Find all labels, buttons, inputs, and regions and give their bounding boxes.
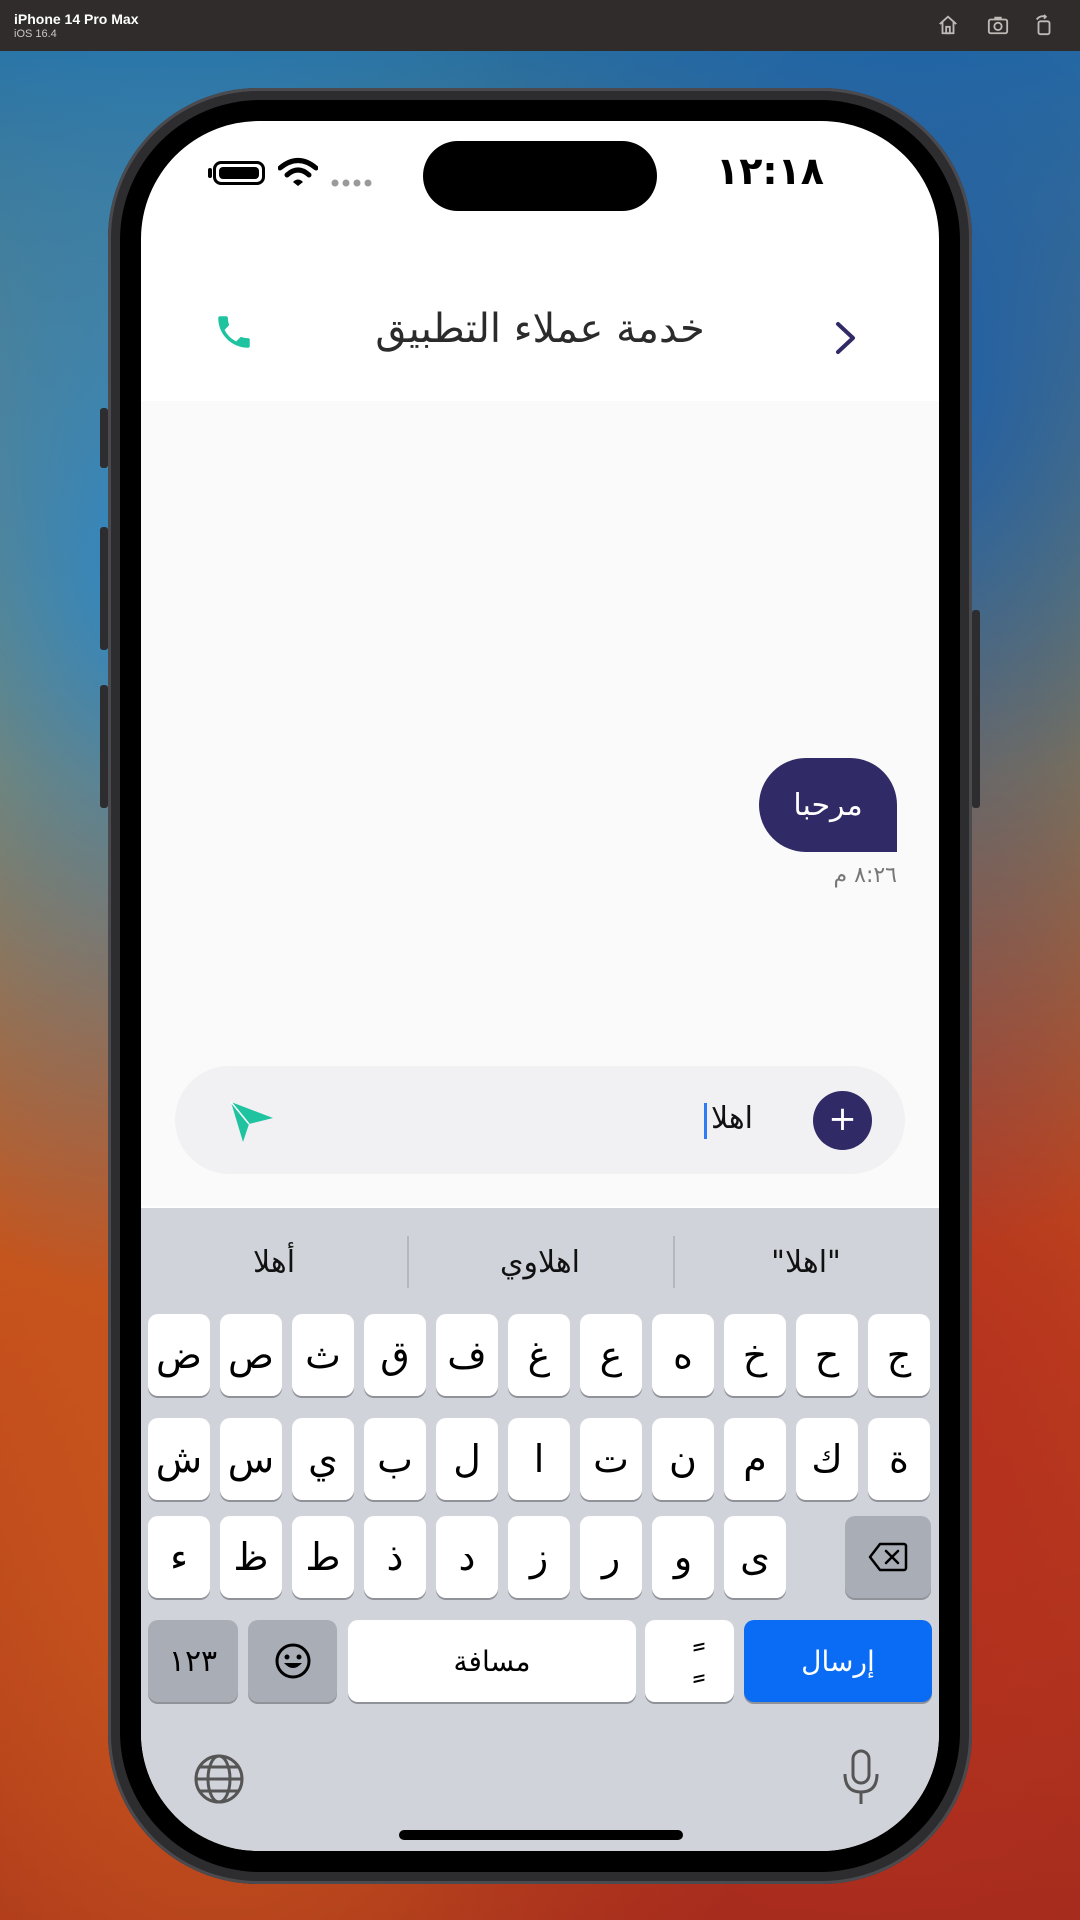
- battery-tip: [208, 168, 212, 178]
- app-screen: ١٢:١٨ خدمة عملاء التطبيق مرحبا ٨:٢٦ م + …: [141, 121, 939, 1851]
- arabic-keyboard: أهلا اهلاوي "اهلا" ضصثقفغعهخحج شسيبلاتنم…: [141, 1208, 939, 1851]
- send-icon[interactable]: [229, 1098, 275, 1144]
- key-letter[interactable]: ف: [436, 1314, 498, 1396]
- suggestion-3[interactable]: "اهلا": [673, 1228, 939, 1298]
- chat-header: خدمة عملاء التطبيق: [141, 271, 939, 401]
- message-composer: +: [175, 1066, 905, 1174]
- volume-up-button: [100, 527, 108, 650]
- volume-down-button: [100, 685, 108, 808]
- key-letter[interactable]: ك: [796, 1418, 858, 1500]
- key-letter[interactable]: ت: [580, 1418, 642, 1500]
- key-letter[interactable]: غ: [508, 1314, 570, 1396]
- numbers-key[interactable]: ١٢٣: [148, 1620, 238, 1702]
- key-letter[interactable]: ق: [364, 1314, 426, 1396]
- diacritics-key[interactable]: ًٍ: [645, 1620, 734, 1702]
- key-letter[interactable]: ح: [796, 1314, 858, 1396]
- key-letter[interactable]: و: [652, 1516, 714, 1598]
- key-letter[interactable]: ض: [148, 1314, 210, 1396]
- dynamic-island: [423, 141, 657, 211]
- key-letter[interactable]: ب: [364, 1418, 426, 1500]
- emoji-key[interactable]: [248, 1620, 337, 1702]
- attach-button[interactable]: +: [813, 1091, 872, 1150]
- home-icon[interactable]: [937, 14, 959, 36]
- key-letter[interactable]: ظ: [220, 1516, 282, 1598]
- simulator-toolbar: iPhone 14 Pro Max iOS 16.4: [0, 0, 1080, 51]
- key-letter[interactable]: ذ: [364, 1516, 426, 1598]
- emoji-icon: [275, 1643, 310, 1679]
- key-letter[interactable]: ث: [292, 1314, 354, 1396]
- device-name: iPhone 14 Pro Max: [14, 11, 139, 27]
- power-button: [972, 610, 980, 808]
- backspace-icon: [868, 1542, 908, 1572]
- key-letter[interactable]: ا: [508, 1418, 570, 1500]
- key-letter[interactable]: ن: [652, 1418, 714, 1500]
- text-caret: [704, 1103, 707, 1139]
- key-letter[interactable]: ز: [508, 1516, 570, 1598]
- message-input[interactable]: [331, 1092, 755, 1144]
- wifi-icon: [278, 158, 318, 186]
- mute-switch: [100, 408, 108, 468]
- key-letter[interactable]: م: [724, 1418, 786, 1500]
- key-letter[interactable]: ه: [652, 1314, 714, 1396]
- globe-icon[interactable]: [193, 1753, 245, 1805]
- battery-icon: [213, 161, 265, 185]
- page-title: خدمة عملاء التطبيق: [375, 306, 705, 352]
- key-letter[interactable]: ط: [292, 1516, 354, 1598]
- key-letter[interactable]: ل: [436, 1418, 498, 1500]
- key-letter[interactable]: ع: [580, 1314, 642, 1396]
- key-letter[interactable]: ي: [292, 1418, 354, 1500]
- os-version: iOS 16.4: [14, 28, 57, 40]
- key-letter[interactable]: د: [436, 1516, 498, 1598]
- home-indicator: [399, 1830, 683, 1840]
- suggestion-1[interactable]: أهلا: [141, 1228, 407, 1298]
- message-bubble-outgoing[interactable]: مرحبا: [759, 758, 897, 852]
- screenshot-icon[interactable]: [987, 14, 1009, 36]
- key-letter[interactable]: ة: [868, 1418, 930, 1500]
- message-text: مرحبا: [793, 787, 863, 823]
- send-key[interactable]: إرسال: [744, 1620, 932, 1702]
- key-letter[interactable]: خ: [724, 1314, 786, 1396]
- suggestion-2[interactable]: اهلاوي: [407, 1228, 673, 1298]
- status-time: ١٢:١٨: [716, 149, 824, 193]
- key-letter[interactable]: ص: [220, 1314, 282, 1396]
- rotate-icon[interactable]: [1033, 14, 1055, 36]
- key-letter[interactable]: ى: [724, 1516, 786, 1598]
- key-letter[interactable]: ء: [148, 1516, 210, 1598]
- backspace-key[interactable]: [845, 1516, 931, 1598]
- cellular-signal-icon: [331, 179, 372, 187]
- message-timestamp: ٨:٢٦ م: [833, 863, 898, 888]
- space-key[interactable]: مسافة: [348, 1620, 636, 1702]
- key-letter[interactable]: ر: [580, 1516, 642, 1598]
- key-letter[interactable]: ش: [148, 1418, 210, 1500]
- key-letter[interactable]: ج: [868, 1314, 930, 1396]
- microphone-icon[interactable]: [841, 1748, 881, 1808]
- chevron-right-icon[interactable]: [833, 319, 859, 357]
- key-letter[interactable]: س: [220, 1418, 282, 1500]
